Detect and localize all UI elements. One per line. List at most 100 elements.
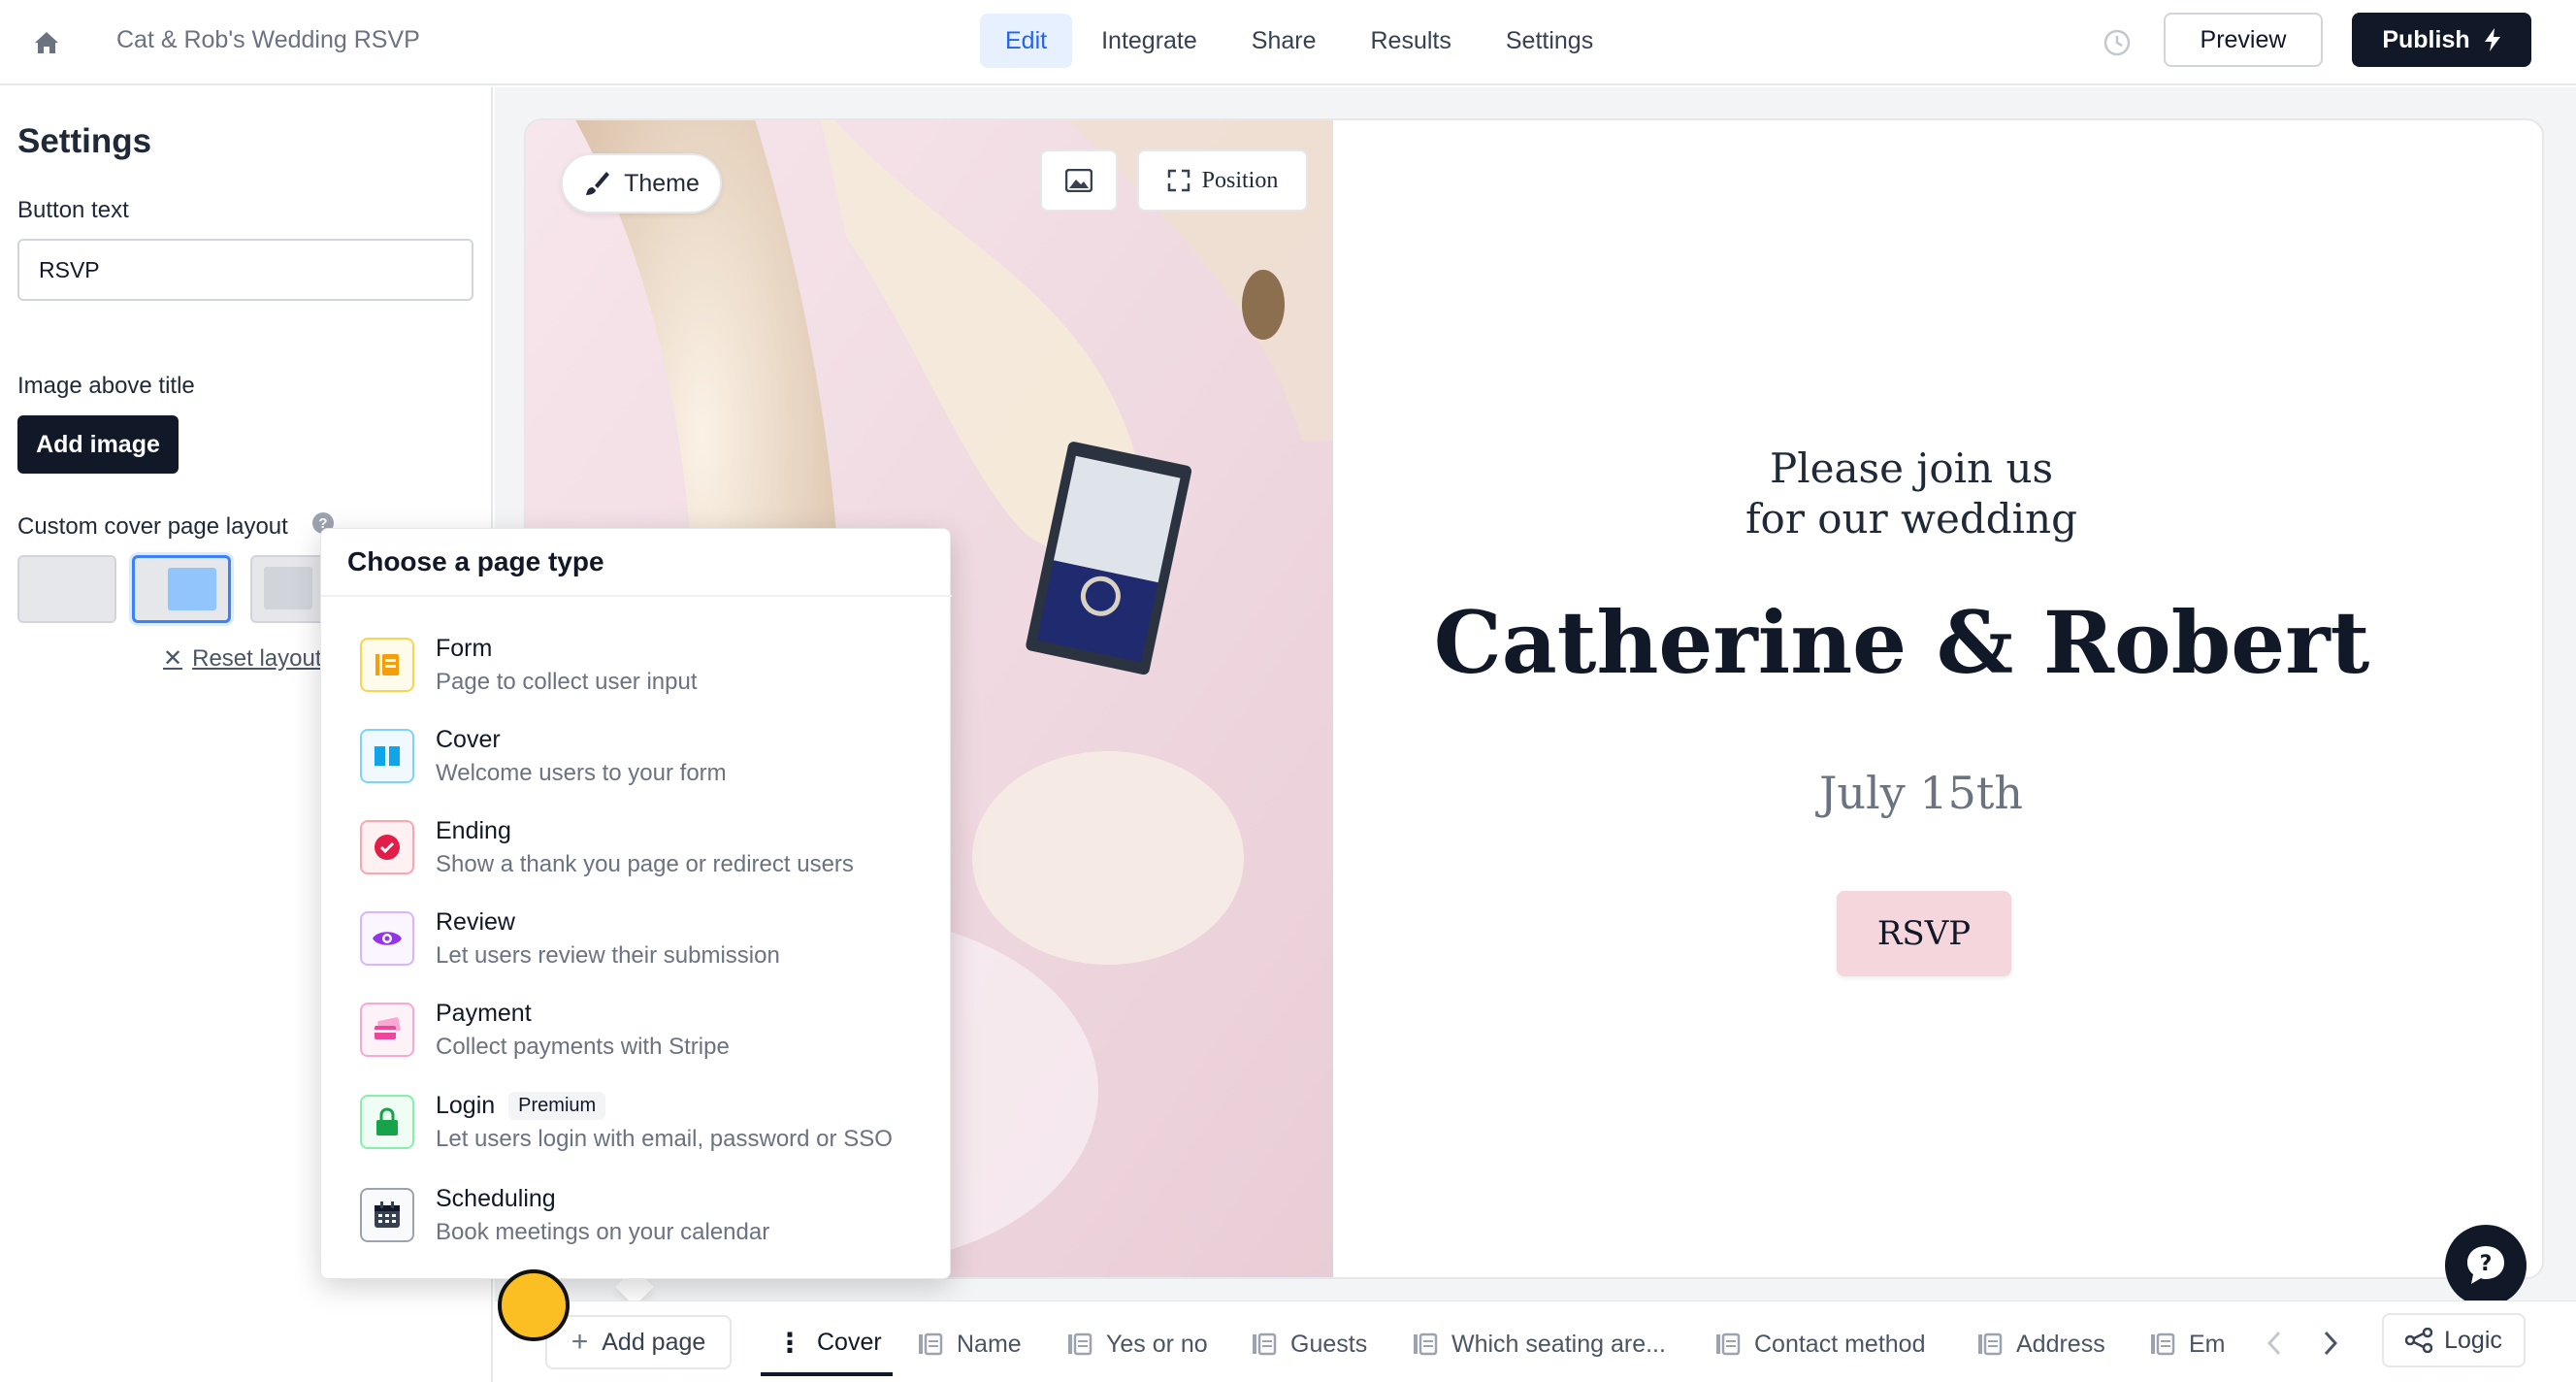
rsvp-button[interactable]: RSVP — [1837, 891, 2011, 976]
close-icon: ✕ — [163, 645, 183, 672]
app-title[interactable]: Cat & Rob's Wedding RSVP — [116, 26, 420, 54]
page-tab-name[interactable]: Name — [918, 1312, 1022, 1376]
layout-option-split[interactable] — [132, 555, 231, 623]
publish-button[interactable]: Publish — [2352, 13, 2531, 67]
cover-date[interactable]: July 15th — [1533, 767, 2309, 819]
help-chat-button[interactable]: ? — [2445, 1225, 2527, 1306]
history-icon[interactable] — [2096, 21, 2138, 64]
menu-item-desc: Collect payments with Stripe — [436, 1033, 730, 1060]
menu-item-scheduling[interactable]: Scheduling Book meetings on your calenda… — [360, 1179, 942, 1251]
page-tab-label: Em — [2189, 1330, 2226, 1358]
page-tab-seating[interactable]: Which seating are... — [1413, 1312, 1666, 1376]
share-nodes-icon — [2405, 1328, 2433, 1353]
invite-line-1[interactable]: Please join us — [1494, 444, 2329, 492]
menu-item-title: Ending — [436, 816, 511, 844]
tab-settings[interactable]: Settings — [1481, 14, 1618, 68]
form-icon — [360, 638, 414, 692]
image-above-title-label: Image above title — [17, 373, 195, 399]
home-icon[interactable] — [27, 23, 66, 62]
layout-option-full[interactable] — [17, 555, 116, 623]
invite-line-2[interactable]: for our wedding — [1494, 495, 2329, 543]
button-text-input[interactable] — [17, 239, 473, 301]
cursor-indicator — [498, 1269, 570, 1341]
premium-badge: Premium — [508, 1091, 606, 1120]
chevron-right-icon — [2324, 1331, 2338, 1356]
tab-integrate[interactable]: Integrate — [1076, 14, 1223, 68]
page-tab-label: Contact method — [1754, 1330, 1926, 1358]
calendar-icon — [360, 1188, 414, 1242]
paintbrush-icon — [586, 172, 610, 195]
preview-button[interactable]: Preview — [2164, 13, 2323, 67]
settings-title: Settings — [17, 122, 152, 160]
page-tab-label: Address — [2016, 1330, 2105, 1358]
menu-item-desc: Let users review their submission — [436, 941, 780, 969]
page-tab-cover[interactable]: ⋮ Cover — [761, 1312, 893, 1376]
menu-item-desc: Let users login with email, password or … — [436, 1125, 893, 1152]
page-tab-label: Which seating are... — [1451, 1330, 1666, 1358]
button-text-label: Button text — [17, 197, 129, 223]
position-button[interactable]: Position — [1137, 149, 1308, 212]
add-image-button[interactable]: Add image — [17, 415, 179, 474]
form-page-icon — [1068, 1333, 1092, 1356]
expand-icon — [1167, 169, 1190, 192]
menu-item-title: Scheduling — [436, 1184, 556, 1212]
custom-layout-label: Custom cover page layout — [17, 513, 288, 540]
plus-icon: + — [571, 1326, 589, 1358]
scroll-right-button[interactable] — [2313, 1326, 2348, 1361]
menu-item-cover[interactable]: Cover Welcome users to your form — [360, 720, 942, 792]
credit-card-icon — [360, 1003, 414, 1057]
book-open-icon — [360, 729, 414, 783]
menu-item-form[interactable]: Form Page to collect user input — [360, 629, 942, 701]
reset-layout-label: Reset layout — [192, 644, 322, 672]
theme-button[interactable]: Theme — [561, 153, 722, 214]
theme-label: Theme — [624, 169, 700, 197]
menu-divider — [321, 595, 952, 597]
eye-icon — [360, 911, 414, 966]
change-image-button[interactable] — [1040, 149, 1118, 212]
menu-item-desc: Book meetings on your calendar — [436, 1218, 770, 1245]
menu-item-title: Cover — [436, 725, 501, 753]
page-tab-yes-or-no[interactable]: Yes or no — [1067, 1312, 1208, 1376]
page-tab-email[interactable]: Em — [2150, 1312, 2228, 1376]
menu-item-title-row: Login Premium — [436, 1091, 893, 1120]
page-tab-label: Yes or no — [1106, 1330, 1208, 1358]
position-label: Position — [1201, 167, 1279, 193]
check-circle-icon — [360, 820, 414, 874]
page-tab-guests[interactable]: Guests — [1252, 1312, 1367, 1376]
menu-item-title: Payment — [436, 999, 532, 1027]
menu-item-desc: Show a thank you page or redirect users — [436, 850, 854, 877]
image-icon — [1065, 169, 1092, 192]
logic-button[interactable]: Logic — [2382, 1313, 2526, 1367]
page-tab-label: Cover — [817, 1328, 882, 1356]
form-page-icon — [1253, 1333, 1277, 1356]
more-vertical-icon[interactable]: ⋮ — [776, 1327, 803, 1359]
page-tab-address[interactable]: Address — [1977, 1312, 2105, 1376]
menu-item-desc: Welcome users to your form — [436, 759, 727, 786]
page-tab-label: Guests — [1290, 1330, 1368, 1358]
cover-title[interactable]: Catherine & Robert — [1417, 592, 2387, 693]
menu-item-review[interactable]: Review Let users review their submission — [360, 903, 942, 974]
page-type-menu: Choose a page type Form Page to collect … — [320, 528, 952, 1279]
form-page-icon — [2151, 1333, 2175, 1356]
add-page-button[interactable]: + Add page — [545, 1315, 732, 1369]
scroll-left-button[interactable] — [2257, 1326, 2292, 1361]
menu-item-title: Form — [436, 634, 493, 662]
menu-item-desc: Page to collect user input — [436, 668, 698, 695]
tab-share[interactable]: Share — [1226, 14, 1342, 68]
reset-layout-link[interactable]: ✕ Reset layout — [163, 644, 322, 673]
tab-results[interactable]: Results — [1346, 14, 1477, 68]
publish-label: Publish — [2382, 25, 2470, 53]
logic-label: Logic — [2444, 1326, 2502, 1354]
form-page-icon — [1716, 1333, 1741, 1356]
menu-item-login[interactable]: Login Premium Let users login with email… — [360, 1086, 942, 1158]
form-page-icon — [1414, 1333, 1438, 1356]
menu-item-title: Review — [436, 907, 515, 936]
tab-edit[interactable]: Edit — [980, 14, 1073, 68]
lightning-icon — [2484, 28, 2500, 51]
form-page-icon — [919, 1333, 943, 1356]
page-tab-contact-method[interactable]: Contact method — [1715, 1312, 1926, 1376]
question-icon: ? — [2467, 1246, 2504, 1284]
menu-item-title: Login — [436, 1091, 496, 1119]
menu-item-ending[interactable]: Ending Show a thank you page or redirect… — [360, 811, 942, 883]
menu-item-payment[interactable]: Payment Collect payments with Stripe — [360, 994, 942, 1066]
